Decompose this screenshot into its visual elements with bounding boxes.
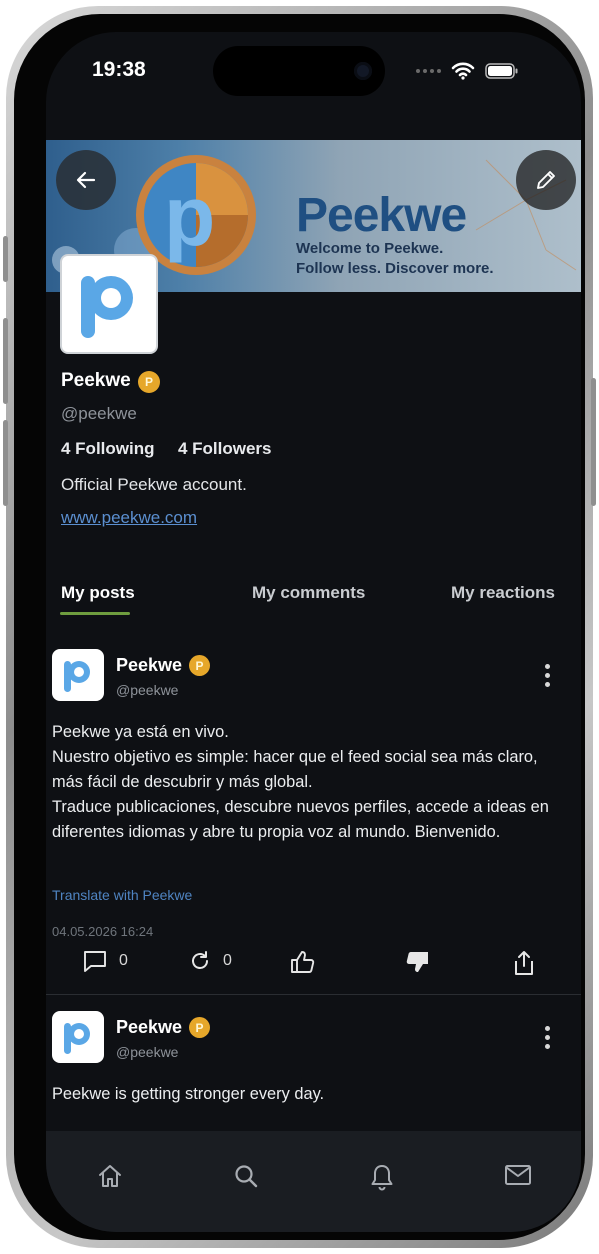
active-tab-indicator bbox=[60, 612, 130, 615]
post-avatar[interactable] bbox=[52, 1011, 104, 1063]
edit-profile-button[interactable] bbox=[516, 150, 576, 210]
verified-badge-icon: P bbox=[189, 655, 210, 676]
share-button[interactable] bbox=[513, 950, 535, 976]
status-indicators bbox=[416, 62, 519, 80]
bell-icon bbox=[371, 1165, 393, 1191]
post-menu-button[interactable] bbox=[545, 1026, 551, 1049]
phone-bezel: p Peekwe Welcome to Peekwe. Follow less.… bbox=[14, 14, 585, 1240]
volume-up-button bbox=[3, 318, 8, 404]
thumbs-up-icon bbox=[291, 951, 315, 973]
repost-icon bbox=[192, 951, 208, 969]
translate-link[interactable]: Translate with Peekwe bbox=[52, 887, 192, 903]
post-avatar[interactable] bbox=[52, 649, 104, 701]
banner-brand: Peekwe bbox=[296, 189, 467, 242]
post-divider bbox=[46, 994, 581, 995]
home-icon bbox=[99, 1165, 121, 1187]
follow-counts: 4 Following 4 Followers bbox=[61, 439, 272, 459]
back-button[interactable] bbox=[56, 150, 116, 210]
arrow-left-icon bbox=[76, 171, 96, 189]
banner-tagline-1: Welcome to Peekwe. bbox=[296, 240, 444, 257]
profile-name: Peekwe bbox=[61, 370, 131, 391]
thumbs-down-icon bbox=[406, 952, 428, 972]
battery-icon bbox=[485, 63, 518, 79]
repost-button[interactable]: 0 bbox=[189, 950, 232, 972]
volume-down-button bbox=[3, 420, 8, 506]
post-author[interactable]: Peekwe bbox=[116, 655, 182, 676]
power-button bbox=[591, 378, 596, 506]
comment-button[interactable]: 0 bbox=[83, 950, 128, 972]
pencil-icon bbox=[537, 171, 555, 189]
wifi-icon bbox=[451, 62, 475, 80]
camera-icon bbox=[354, 62, 372, 80]
status-time: 19:38 bbox=[92, 58, 146, 81]
tab-my-reactions[interactable]: My reactions bbox=[451, 583, 555, 603]
peekwe-logo-icon bbox=[64, 1023, 90, 1054]
svg-text:p: p bbox=[164, 169, 215, 263]
post-text: Peekwe ya está en vivo. Nuestro objetivo… bbox=[52, 723, 549, 841]
comment-icon bbox=[84, 951, 106, 972]
verified-badge-icon: P bbox=[138, 371, 160, 393]
nav-messages-button[interactable] bbox=[504, 1163, 532, 1192]
signal-icon bbox=[416, 69, 441, 73]
nav-search-button[interactable] bbox=[233, 1163, 259, 1194]
peekwe-logo-icon bbox=[81, 276, 133, 338]
tab-my-comments[interactable]: My comments bbox=[252, 583, 365, 603]
nav-home-button[interactable] bbox=[97, 1163, 123, 1194]
post-handle: @peekwe bbox=[116, 682, 179, 698]
dislike-button[interactable] bbox=[404, 950, 430, 974]
nav-notifications-button[interactable] bbox=[369, 1163, 395, 1196]
post-menu-button[interactable] bbox=[545, 664, 551, 687]
action-button bbox=[3, 236, 8, 282]
post-timestamp: 04.05.2026 16:24 bbox=[52, 924, 154, 939]
post-handle: @peekwe bbox=[116, 1044, 179, 1060]
mail-icon bbox=[505, 1165, 531, 1185]
profile-bio: Official Peekwe account. bbox=[61, 475, 247, 494]
following-count[interactable]: 4 Following bbox=[61, 439, 155, 458]
profile-avatar bbox=[60, 254, 158, 354]
post-text: Peekwe is getting stronger every day. bbox=[52, 1085, 325, 1103]
post-author[interactable]: Peekwe bbox=[116, 1017, 182, 1038]
peekwe-logo-icon bbox=[64, 661, 90, 692]
banner-tagline-2: Follow less. Discover more. bbox=[296, 260, 494, 277]
search-icon bbox=[235, 1165, 258, 1188]
tab-my-posts[interactable]: My posts bbox=[61, 583, 135, 603]
dynamic-island bbox=[213, 46, 385, 96]
profile-website-link[interactable]: www.peekwe.com bbox=[61, 508, 197, 528]
profile-handle: @peekwe bbox=[61, 404, 137, 423]
verified-badge-icon: P bbox=[189, 1017, 210, 1038]
share-icon bbox=[515, 951, 533, 975]
like-button[interactable] bbox=[290, 950, 316, 974]
screen: p Peekwe Welcome to Peekwe. Follow less.… bbox=[46, 32, 581, 1232]
repost-count: 0 bbox=[223, 952, 232, 969]
comment-count: 0 bbox=[119, 952, 128, 969]
followers-count[interactable]: 4 Followers bbox=[178, 439, 272, 458]
bottom-nav bbox=[46, 1131, 581, 1232]
